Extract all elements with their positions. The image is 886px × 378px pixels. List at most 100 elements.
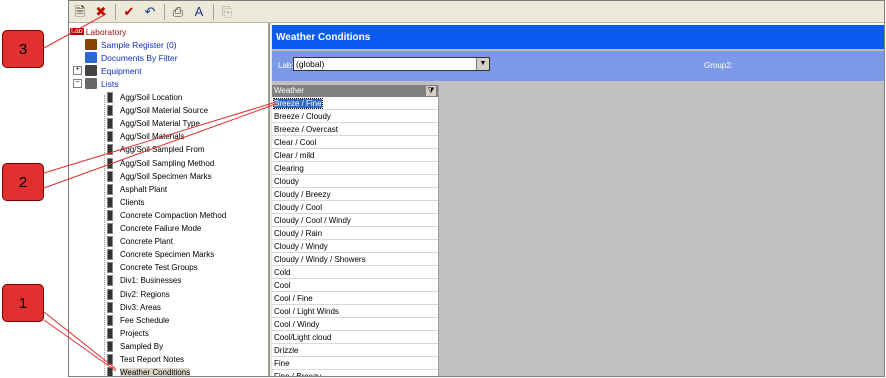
tree-list-item-label: Concrete Failure Mode	[120, 224, 202, 233]
table-row[interactable]: Cool / Windy	[272, 318, 438, 331]
spellcheck-icon[interactable]: A	[190, 3, 208, 21]
document-icon	[107, 131, 113, 143]
filter-icon[interactable]: ⧩	[426, 86, 436, 96]
tree-list-item[interactable]: Div1: Businesses	[107, 274, 181, 287]
table-row[interactable]: Fine	[272, 357, 438, 370]
tree-list-item-label: Agg/Soil Specimen Marks	[120, 171, 212, 181]
tree-list-item[interactable]: Sampled By	[107, 340, 163, 353]
document-icon	[107, 183, 113, 195]
filter-bar: Lab: (global) ▼ Group2:	[272, 51, 884, 81]
tree-node-label: Equipment	[101, 65, 142, 76]
tree-node-label: Documents By Filter	[101, 52, 178, 63]
table-row[interactable]: Fine / Breezy	[272, 370, 438, 376]
tree-list-item[interactable]: Agg/Soil Material Type	[107, 117, 200, 130]
document-icon	[107, 157, 113, 169]
check-icon[interactable]: ✔	[120, 3, 138, 21]
table-row[interactable]: Breeze / Overcast	[272, 123, 438, 136]
weather-grid[interactable]: Weather ⧩ Breeze / Fine Breeze / Cloudy Br…	[272, 85, 439, 376]
navigation-tree[interactable]: Lab Laboratory Sample Register (0) Document…	[69, 23, 270, 376]
tree-list-item[interactable]: Concrete Compaction Method	[107, 209, 226, 222]
tree-list-item[interactable]: Concrete Test Groups	[107, 261, 198, 274]
tree-list-item-label: Test Report Notes	[120, 355, 185, 364]
undo-icon[interactable]: ↶	[141, 3, 159, 21]
table-cell: Cloudy / Rain	[274, 229, 323, 238]
callout-2: 2	[2, 163, 44, 201]
table-row[interactable]: Breeze / Fine	[272, 97, 438, 110]
tree-list-item-label: Agg/Soil Materials	[120, 132, 185, 142]
documents-icon	[85, 52, 97, 63]
tree-list-item[interactable]: Div2: Regions	[107, 288, 170, 301]
tree-list-item[interactable]: Agg/Soil Sampling Method	[107, 157, 214, 170]
tree-list-item[interactable]: Projects	[107, 327, 149, 340]
expander-icon[interactable]: +	[73, 66, 82, 75]
document-icon	[107, 327, 113, 339]
tree-root-label: Laboratory	[85, 26, 127, 37]
table-row[interactable]: Cloudy / Cool	[272, 201, 438, 214]
table-row[interactable]: Cool	[272, 279, 438, 292]
table-row[interactable]: Cloudy / Windy	[272, 240, 438, 253]
table-cell: Cloudy / Windy	[274, 242, 328, 251]
toolbar-separator	[213, 3, 214, 20]
table-row[interactable]: Cloudy / Windy / Showers	[272, 253, 438, 266]
chevron-down-icon[interactable]: ▼	[476, 58, 489, 70]
document-icon	[107, 196, 113, 208]
tree-list-item[interactable]: Concrete Failure Mode	[107, 222, 201, 235]
table-row[interactable]: Cloudy / Rain	[272, 227, 438, 240]
table-row[interactable]: Cold	[272, 266, 438, 279]
table-cell: Cool / Windy	[274, 320, 320, 329]
expander-icon[interactable]: −	[73, 79, 82, 88]
table-cell: Cloudy / Breezy	[274, 190, 331, 199]
table-row[interactable]: Breeze / Cloudy	[272, 110, 438, 123]
tree-node[interactable]: + Equipment	[73, 64, 142, 77]
tree-node[interactable]: Sample Register (0)	[73, 38, 177, 51]
toolbar: 🗎 ✖ ✔ ↶ ⎙ A ⎘	[69, 1, 884, 23]
tree-list-item[interactable]: Agg/Soil Material Source	[107, 104, 208, 117]
document-icon	[107, 144, 113, 156]
lab-label: Lab:	[278, 61, 294, 70]
tree-list-item[interactable]: Weather Conditions	[107, 366, 191, 376]
table-row[interactable]: Cloudy / Cool / Windy	[272, 214, 438, 227]
tree-list-item[interactable]: Agg/Soil Specimen Marks	[107, 170, 212, 183]
lab-select[interactable]: (global) ▼	[293, 57, 490, 71]
tree-list-item-label: Fee Schedule	[120, 315, 170, 325]
tree-node[interactable]: − Lists	[73, 77, 118, 90]
document-icon	[107, 209, 113, 221]
tree-list-item[interactable]: Clients	[107, 196, 144, 209]
copy-icon[interactable]: ⎘	[218, 3, 236, 21]
tree-node[interactable]: Documents By Filter	[73, 51, 178, 64]
toolbar-separator	[164, 3, 165, 20]
table-cell: Cool/Light cloud	[274, 333, 332, 342]
tree-list-item[interactable]: Fee Schedule	[107, 314, 169, 327]
tree-list-item[interactable]: Agg/Soil Location	[107, 91, 182, 104]
document-icon	[107, 105, 113, 117]
table-row[interactable]: Clear / Cool	[272, 136, 438, 149]
table-cell: Fine / Breezy	[274, 372, 321, 376]
tree-list-item[interactable]: Concrete Specimen Marks	[107, 248, 214, 261]
table-row[interactable]: Cloudy	[272, 175, 438, 188]
table-row[interactable]: Clear / mild	[272, 149, 438, 162]
grid-header-label: Weather	[274, 86, 305, 95]
table-cell: Cloudy / Cool	[274, 203, 323, 212]
table-row[interactable]: Cloudy / Breezy	[272, 188, 438, 201]
page-title: Weather Conditions	[272, 23, 884, 49]
table-row[interactable]: Cool/Light cloud	[272, 331, 438, 344]
tree-list-item[interactable]: Div3: Areas	[107, 301, 161, 314]
table-row[interactable]: Cool / Light Winds	[272, 305, 438, 318]
table-row[interactable]: Drizzle	[272, 344, 438, 357]
callout-3: 3	[2, 30, 44, 68]
document-icon	[107, 223, 113, 234]
tree-root-laboratory[interactable]: Lab Laboratory	[70, 25, 126, 38]
print-icon[interactable]: ⎙	[169, 3, 187, 21]
delete-icon[interactable]: ✖	[92, 3, 110, 21]
table-row[interactable]: Clearing	[272, 162, 438, 175]
tree-list-item-label: Div2: Regions	[120, 289, 170, 299]
new-icon[interactable]: 🗎	[71, 3, 89, 21]
tree-list-item[interactable]: Concrete Plant	[107, 235, 173, 248]
tree-list-item[interactable]: Agg/Soil Sampled From	[107, 143, 204, 156]
lists-icon	[85, 78, 97, 89]
tree-list-item[interactable]: Asphalt Plant	[107, 183, 167, 196]
tree-list-item[interactable]: Agg/Soil Materials	[107, 130, 184, 143]
grid-header[interactable]: Weather ⧩	[272, 85, 438, 97]
table-row[interactable]: Cool / Fine	[272, 292, 438, 305]
tree-list-item[interactable]: Test Report Notes	[107, 353, 184, 366]
